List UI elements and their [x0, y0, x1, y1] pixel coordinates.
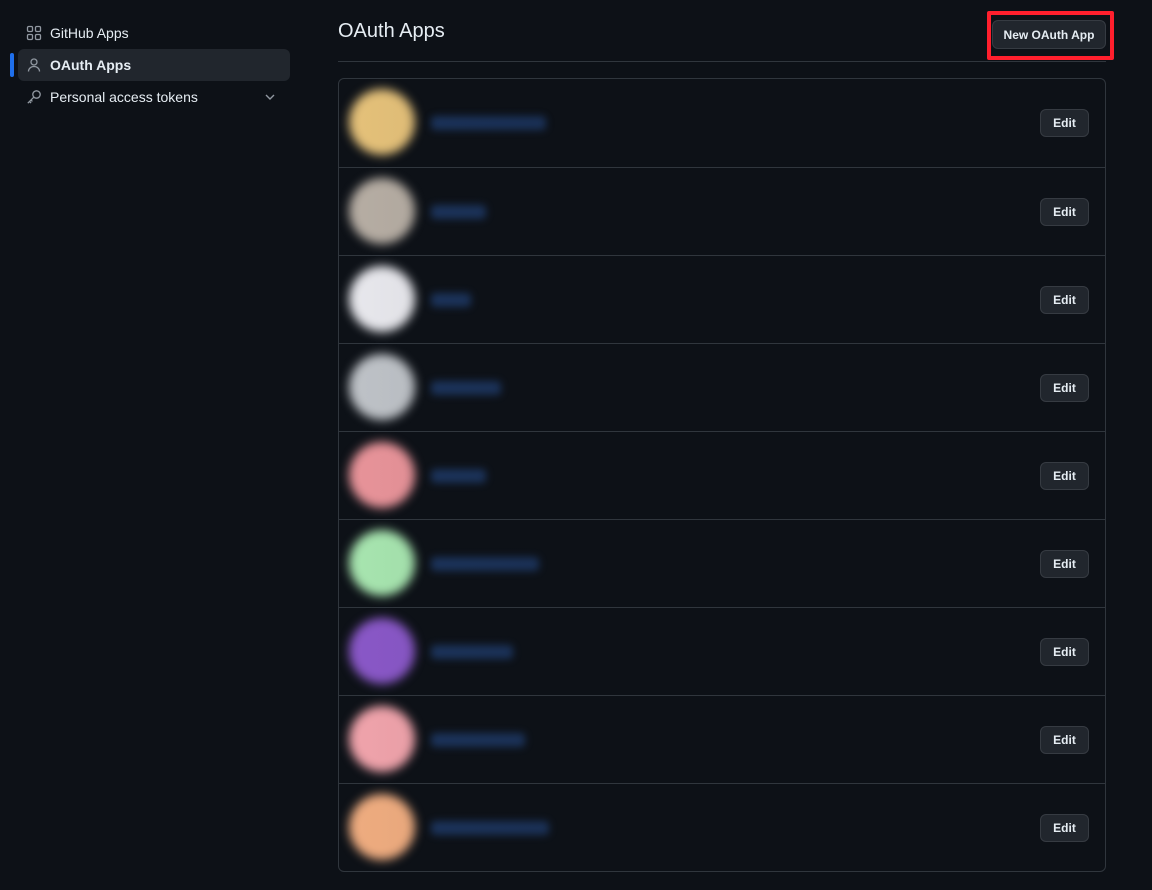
new-oauth-app-button[interactable]: New OAuth App [992, 20, 1106, 49]
edit-button[interactable]: Edit [1040, 462, 1089, 490]
app-row: Edit [339, 695, 1105, 783]
app-avatar[interactable] [349, 178, 415, 244]
app-name-link[interactable] [431, 293, 471, 307]
app-avatar[interactable] [349, 266, 415, 332]
app-avatar[interactable] [349, 618, 415, 684]
key-icon [26, 89, 42, 105]
app-name-link[interactable] [431, 116, 546, 130]
app-name-link[interactable] [431, 469, 486, 483]
app-avatar[interactable] [349, 354, 415, 420]
app-avatar[interactable] [349, 89, 415, 155]
person-icon [26, 57, 42, 73]
app-row: Edit [339, 255, 1105, 343]
sidebar-item-github-apps[interactable]: GitHub Apps [18, 17, 290, 49]
app-name-link[interactable] [431, 645, 513, 659]
app-row: Edit [339, 519, 1105, 607]
apps-grid-icon [26, 25, 42, 41]
app-row: Edit [339, 783, 1105, 871]
app-row: Edit [339, 431, 1105, 519]
sidebar-item-label: Personal access tokens [50, 89, 198, 105]
sidebar-item-label: OAuth Apps [50, 57, 132, 73]
edit-button[interactable]: Edit [1040, 198, 1089, 226]
edit-button[interactable]: Edit [1040, 638, 1089, 666]
chevron-down-icon[interactable] [262, 89, 278, 105]
app-name-link[interactable] [431, 381, 501, 395]
edit-button[interactable]: Edit [1040, 374, 1089, 402]
settings-sidebar: GitHub Apps OAuth Apps Personal access t… [0, 17, 300, 113]
app-row: Edit [339, 79, 1105, 167]
app-avatar[interactable] [349, 530, 415, 596]
sidebar-item-oauth-apps[interactable]: OAuth Apps [10, 49, 290, 81]
app-name-link[interactable] [431, 557, 539, 571]
app-row: Edit [339, 343, 1105, 431]
edit-button[interactable]: Edit [1040, 286, 1089, 314]
edit-button[interactable]: Edit [1040, 726, 1089, 754]
main-content: OAuth Apps New OAuth App Edit Edit Edit Edi… [338, 0, 1114, 872]
sidebar-item-personal-access-tokens[interactable]: Personal access tokens [18, 81, 290, 113]
app-name-link[interactable] [431, 733, 525, 747]
edit-button[interactable]: Edit [1040, 109, 1089, 137]
oauth-app-list: Edit Edit Edit Edit Edit Edit Edit Edit Edit [338, 78, 1106, 872]
app-avatar[interactable] [349, 442, 415, 508]
app-row: Edit [339, 167, 1105, 255]
app-avatar[interactable] [349, 706, 415, 772]
page-title: OAuth Apps [338, 20, 445, 42]
app-name-link[interactable] [431, 821, 549, 835]
page-header: OAuth Apps New OAuth App [338, 0, 1114, 62]
edit-button[interactable]: Edit [1040, 814, 1089, 842]
app-avatar[interactable] [349, 794, 415, 860]
app-name-link[interactable] [431, 205, 486, 219]
edit-button[interactable]: Edit [1040, 550, 1089, 578]
sidebar-item-label: GitHub Apps [50, 25, 129, 41]
app-row: Edit [339, 607, 1105, 695]
active-indicator [10, 53, 14, 77]
